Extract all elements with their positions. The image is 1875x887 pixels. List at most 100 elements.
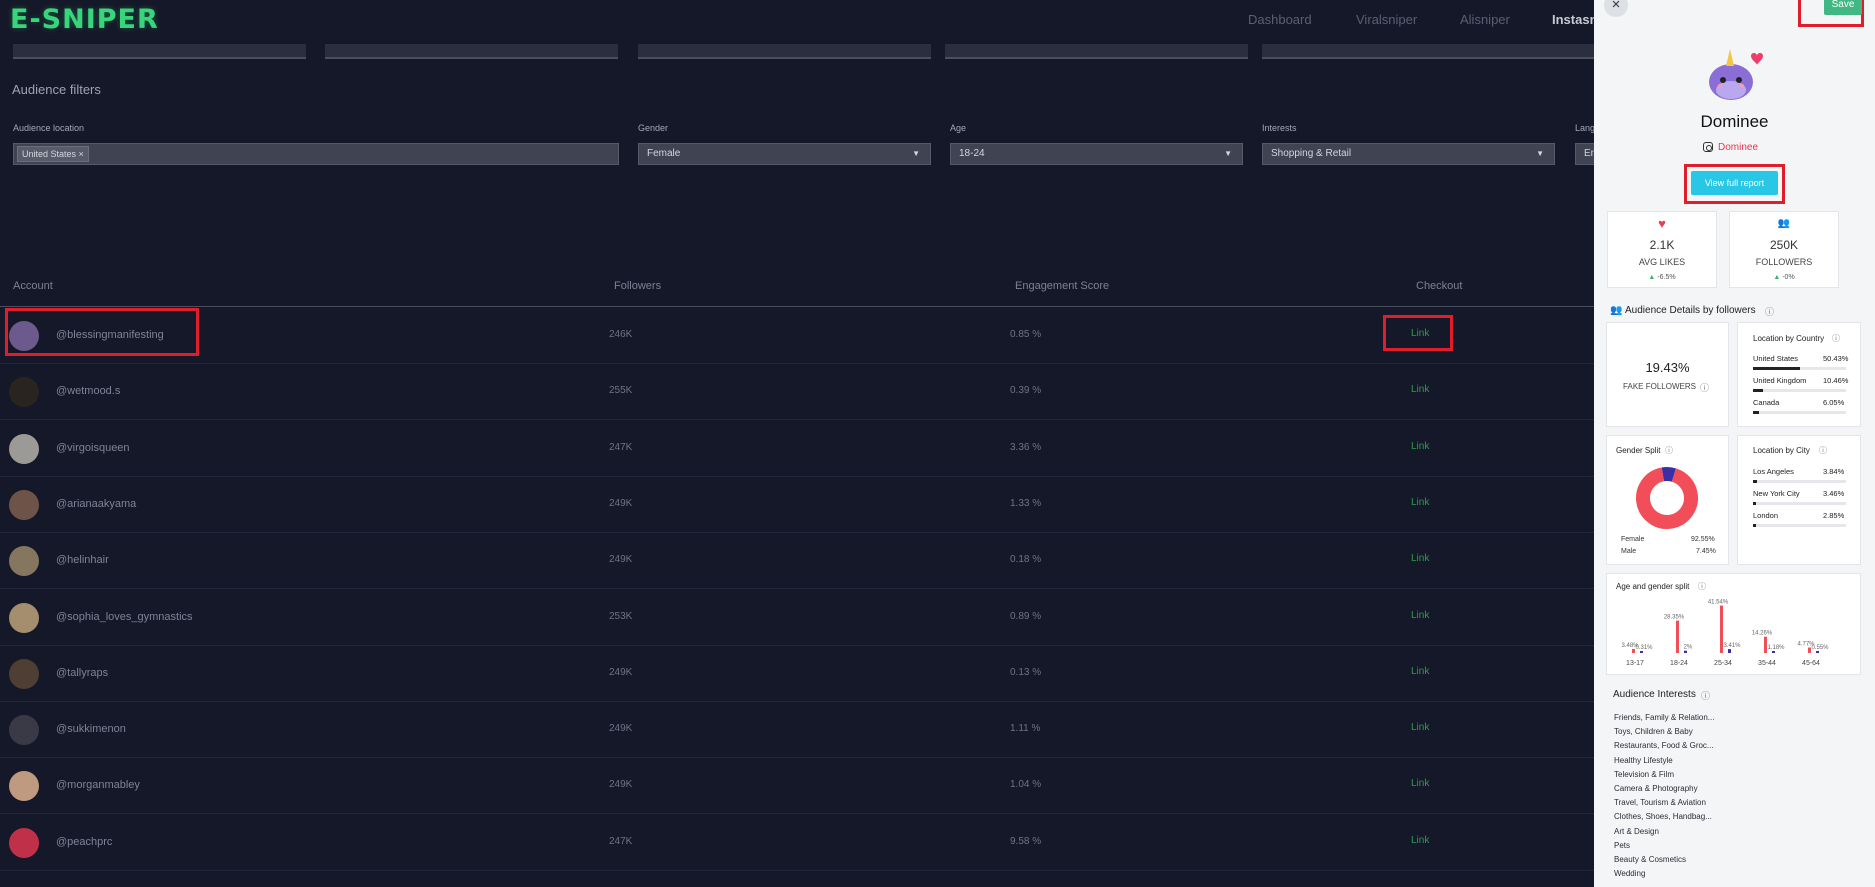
highlight-box [1383, 315, 1453, 351]
col-header-checkout[interactable]: Checkout [1416, 280, 1462, 292]
location-bar-fill [1753, 367, 1800, 370]
table-row[interactable]: @morganmabley 249K 1.04 % Link [0, 757, 1594, 815]
account-handle[interactable]: @virgoisqueen [56, 442, 130, 454]
top-filter-field[interactable] [945, 44, 1248, 59]
nav-viralsniper[interactable]: Viralsniper [1356, 12, 1417, 27]
table-row[interactable]: @peachprc 247K 9.58 % Link [0, 814, 1594, 871]
followers-count: 253K [609, 610, 633, 622]
followers-count: 247K [609, 835, 633, 847]
engagement-score: 0.13 % [1010, 666, 1042, 678]
save-button[interactable]: Save [1824, 0, 1862, 15]
checkout-link[interactable]: Link [1411, 835, 1429, 846]
checkout-link[interactable]: Link [1411, 553, 1429, 564]
col-header-followers[interactable]: Followers [614, 280, 661, 292]
info-icon[interactable]: ⓘ [1765, 305, 1774, 318]
table-row[interactable]: @tallyraps 249K 0.13 % Link [0, 645, 1594, 702]
followers-count: 249K [609, 497, 633, 509]
followers-label: FOLLOWERS [1755, 257, 1813, 267]
interests-value: Shopping & Retail [1271, 148, 1352, 159]
engagement-score: 1.33 % [1010, 497, 1042, 509]
top-filter-field[interactable] [325, 44, 618, 59]
nav-alisniper[interactable]: Alisniper [1460, 12, 1510, 27]
nav-instasniper[interactable]: Instasn [1552, 12, 1594, 27]
avatar[interactable] [9, 489, 39, 520]
top-filter-field[interactable] [13, 44, 306, 59]
audience-location-input[interactable]: United States × [13, 143, 619, 165]
table-row[interactable]: @arianaakyama 249K 1.33 % Link [0, 476, 1594, 533]
location-pct: 50.43% [1823, 354, 1849, 363]
engagement-score: 0.89 % [1010, 610, 1042, 622]
checkout-link[interactable]: Link [1411, 384, 1429, 395]
checkout-link[interactable]: Link [1411, 666, 1429, 677]
account-handle[interactable]: @peachprc [56, 836, 112, 848]
app-logo[interactable]: E-SNIPER [10, 4, 159, 35]
table-row[interactable]: @blessingmanifesting 246K 0.85 % Link [0, 307, 1594, 364]
info-icon[interactable]: ⓘ [1700, 381, 1709, 394]
age-bar [1772, 651, 1775, 653]
age-bar-label: 3.41% [1723, 643, 1741, 649]
location-chip: United States × [17, 146, 89, 162]
age-gender-bar-chart: 3.48%0.31%13-1728.35%2%18-2441.54%3.41%2… [1621, 600, 1829, 667]
checkout-link[interactable]: Link [1411, 610, 1429, 621]
table-row[interactable]: @virgoisqueen 247K 3.36 % Link [0, 420, 1594, 477]
age-select[interactable]: 18-24 ▼ [950, 143, 1243, 165]
chevron-down-icon: ▼ [1224, 149, 1232, 158]
table-row[interactable]: @sophia_loves_gymnastics 253K 0.89 % Link [0, 589, 1594, 646]
age-bar-label: 0.55% [1811, 645, 1829, 651]
location-bar-track [1753, 480, 1846, 483]
location-name: United Kingdom [1753, 376, 1807, 385]
location-bar-track [1753, 389, 1846, 392]
account-handle[interactable]: @morganmabley [56, 779, 140, 791]
chip-remove-icon[interactable]: × [79, 149, 84, 159]
top-filter-field[interactable] [638, 44, 931, 59]
location-name: United States [1753, 354, 1799, 363]
nav-dashboard[interactable]: Dashboard [1248, 12, 1312, 27]
avatar[interactable] [9, 546, 39, 577]
table-row[interactable]: @sukkimenon 249K 1.11 % Link [0, 701, 1594, 759]
avatar[interactable] [9, 602, 39, 633]
top-filter-field[interactable] [1262, 44, 1594, 59]
location-bar-fill [1753, 389, 1763, 392]
view-full-report-button[interactable]: View full report [1691, 171, 1778, 195]
location-chip-label: United States [22, 149, 77, 159]
location-name: New York City [1753, 489, 1800, 498]
profile-username-link[interactable]: Dominee [1718, 142, 1758, 153]
location-city-title: Location by City [1753, 446, 1810, 455]
info-icon[interactable]: ⓘ [1819, 445, 1827, 456]
col-header-account[interactable]: Account [13, 280, 53, 292]
age-value: 18-24 [959, 148, 985, 159]
interests-select[interactable]: Shopping & Retail ▼ [1262, 143, 1555, 165]
avatar[interactable] [9, 715, 39, 746]
table-row[interactable]: @helinhair 249K 0.18 % Link [0, 532, 1594, 590]
location-bar-fill [1753, 524, 1756, 527]
avatar[interactable] [9, 771, 39, 802]
avatar[interactable] [9, 658, 39, 689]
checkout-link[interactable]: Link [1411, 722, 1429, 733]
account-handle[interactable]: @tallyraps [56, 667, 108, 679]
checkout-link[interactable]: Link [1411, 441, 1429, 452]
checkout-link[interactable]: Link [1411, 778, 1429, 789]
col-header-engagement[interactable]: Engagement Score [1015, 280, 1109, 292]
interests-label: Interests [1262, 123, 1297, 133]
gender-select[interactable]: Female ▼ [638, 143, 931, 165]
info-icon[interactable]: ⓘ [1665, 445, 1673, 456]
language-select[interactable]: En [1575, 143, 1594, 165]
gender-value: Female [647, 148, 681, 159]
info-icon[interactable]: ⓘ [1698, 581, 1706, 592]
avatar[interactable] [9, 827, 39, 858]
account-handle[interactable]: @sukkimenon [56, 723, 126, 735]
account-handle[interactable]: @wetmood.s [56, 385, 120, 397]
followers-value: 250K [1769, 238, 1799, 252]
account-handle[interactable]: @arianaakyama [56, 498, 136, 510]
avatar[interactable] [9, 433, 39, 464]
avg-likes-change-value: -6.5% [1657, 274, 1676, 281]
account-handle[interactable]: @helinhair [56, 554, 109, 566]
account-handle[interactable]: @sophia_loves_gymnastics [56, 611, 193, 623]
followers-count: 249K [609, 779, 633, 791]
info-icon[interactable]: ⓘ [1832, 333, 1840, 344]
info-icon[interactable]: ⓘ [1701, 689, 1710, 702]
checkout-link[interactable]: Link [1411, 497, 1429, 508]
age-bar-label: 0.31% [1635, 645, 1653, 651]
avatar[interactable] [9, 377, 39, 408]
table-row[interactable]: @wetmood.s 255K 0.39 % Link [0, 363, 1594, 421]
